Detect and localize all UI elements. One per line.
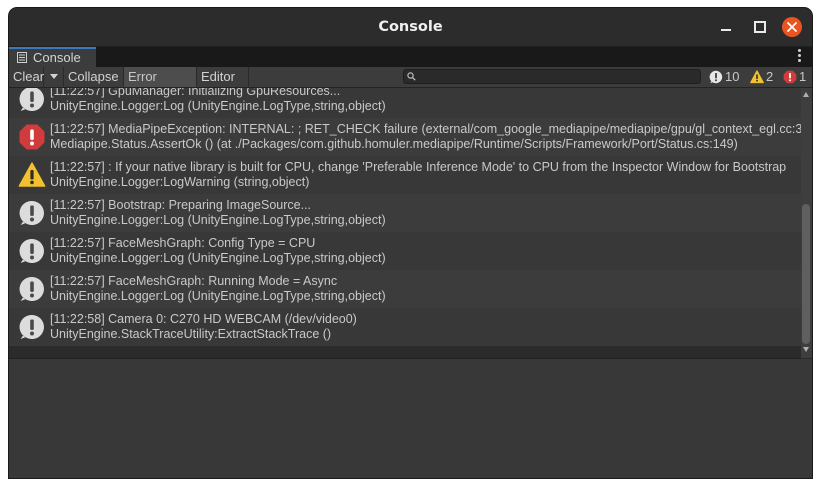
scroll-up-icon[interactable] <box>803 92 809 97</box>
warning-count: 2 <box>766 69 774 84</box>
info-icon <box>19 276 44 301</box>
console-list-icon <box>17 52 27 63</box>
log-stacktrace: Mediapipe.Status.AssertOk () (at ./Packa… <box>50 137 738 151</box>
info-icon <box>709 70 723 84</box>
minimize-button[interactable] <box>716 17 736 37</box>
log-stacktrace: UnityEngine.Logger:Log (UnityEngine.LogT… <box>50 251 386 265</box>
tab-console[interactable]: Console <box>9 47 96 67</box>
log-stacktrace: UnityEngine.Logger:LogWarning (string,ob… <box>50 175 310 189</box>
editor-dropdown-label: Editor <box>201 69 235 84</box>
log-list: [11:22:57] GpuManager: Initializing GpuR… <box>9 88 801 359</box>
log-message: [11:22:57] Bootstrap: Preparing ImageSou… <box>50 198 312 212</box>
title-bar: Console <box>9 8 812 47</box>
log-entry[interactable]: [11:22:57] Bootstrap: Preparing ImageSou… <box>9 194 801 232</box>
log-message: [11:22:57] MediaPipeException: INTERNAL:… <box>50 122 801 136</box>
maximize-button[interactable] <box>749 17 769 37</box>
warning-icon <box>18 162 46 187</box>
log-stacktrace: UnityEngine.Logger:Log (UnityEngine.LogT… <box>50 289 386 303</box>
log-entry[interactable]: [11:22:58] Camera 0: C270 HD WEBCAM (/de… <box>9 308 801 346</box>
error-count: 1 <box>799 69 807 84</box>
log-stacktrace: UnityEngine.StackTraceUtility:ExtractSta… <box>50 327 332 341</box>
warning-icon <box>750 70 764 84</box>
error-count-toggle[interactable]: 1 <box>781 67 809 87</box>
info-icon <box>19 238 44 263</box>
more-options-icon[interactable] <box>798 49 802 63</box>
info-icon <box>19 200 44 225</box>
console-window: Console Console Clear Collapse Error Pau… <box>9 8 812 478</box>
search-icon <box>407 72 416 81</box>
window-title: Console <box>378 19 443 35</box>
log-entry[interactable]: [11:22:57] MediaPipeException: INTERNAL:… <box>9 118 801 156</box>
info-icon <box>19 88 44 111</box>
tab-console-label: Console <box>33 50 81 65</box>
close-button[interactable] <box>782 17 802 37</box>
clear-options-dropdown[interactable] <box>44 67 64 87</box>
error-icon <box>19 124 45 150</box>
scroll-down-icon[interactable] <box>803 347 809 352</box>
error-pause-toggle[interactable]: Error Pause <box>124 67 197 104</box>
log-message: [11:22:57] FaceMeshGraph: Config Type = … <box>50 236 316 250</box>
log-stacktrace: UnityEngine.Logger:Log (UnityEngine.LogT… <box>50 213 386 227</box>
collapse-toggle[interactable]: Collapse <box>64 67 124 87</box>
tab-bar: Console <box>9 47 812 67</box>
info-icon <box>19 314 44 339</box>
info-count: 10 <box>725 69 740 84</box>
clear-button[interactable]: Clear <box>9 67 44 87</box>
log-message: [11:22:57] GpuManager: Initializing GpuR… <box>50 88 341 98</box>
info-count-toggle[interactable]: 10 <box>707 67 743 87</box>
stacktrace-detail-panel[interactable] <box>9 359 812 478</box>
editor-dropdown[interactable]: Editor <box>197 67 249 99</box>
log-message: [11:22:58] Camera 0: C270 HD WEBCAM (/de… <box>50 312 357 326</box>
scroll-thumb[interactable] <box>802 204 810 344</box>
log-scrollbar[interactable] <box>801 88 812 358</box>
log-entry[interactable]: [11:22:57] GpuManager: Initializing GpuR… <box>9 88 801 118</box>
warning-count-toggle[interactable]: 2 <box>748 67 776 87</box>
log-entry[interactable]: [11:22:57] FaceMeshGraph: Config Type = … <box>9 232 801 270</box>
log-message: [11:22:57] : If your native library is b… <box>50 160 787 174</box>
chevron-down-icon <box>50 74 58 79</box>
log-entry[interactable]: [11:22:57] : If your native library is b… <box>9 156 801 194</box>
log-entry[interactable]: [11:22:57] FaceMeshGraph: Running Mode =… <box>9 270 801 308</box>
log-message: [11:22:57] FaceMeshGraph: Running Mode =… <box>50 274 338 288</box>
console-toolbar: Clear Collapse Error Pause Editor 10 2 1 <box>9 67 812 104</box>
search-input[interactable] <box>403 69 701 84</box>
close-icon <box>787 22 797 32</box>
error-icon <box>783 70 797 84</box>
log-stacktrace: UnityEngine.Logger:Log (UnityEngine.LogT… <box>50 99 386 113</box>
